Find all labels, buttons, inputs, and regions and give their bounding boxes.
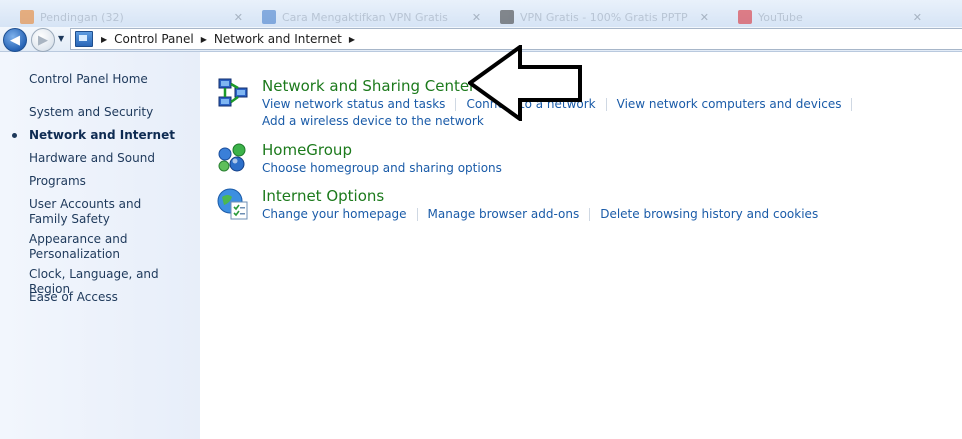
link-separator — [605, 97, 607, 111]
close-icon[interactable]: ✕ — [700, 11, 709, 24]
link-separator — [589, 207, 591, 221]
sidebar-item-appearance[interactable]: Appearance and Personalization — [29, 232, 129, 262]
category-links-row: Change your homepage Manage browser add-… — [262, 207, 818, 221]
tab-label: Pendingan (32) — [40, 10, 124, 24]
breadcrumb-network-and-internet[interactable]: Network and Internet — [214, 32, 342, 46]
category-internet-options: Internet Options Change your homepage Ma… — [216, 187, 956, 227]
current-item-bullet — [12, 133, 17, 138]
forward-button[interactable]: ▶ — [31, 28, 55, 52]
sidebar-item-system-and-security[interactable]: System and Security — [29, 105, 194, 120]
sidebar-item-control-panel-home[interactable]: Control Panel Home — [29, 72, 194, 87]
sidebar-item-programs[interactable]: Programs — [29, 174, 194, 189]
control-panel-icon — [75, 31, 93, 47]
view-network-status-link[interactable]: View network status and tasks — [262, 97, 445, 111]
sidebar-item-ease-of-access[interactable]: Ease of Access — [29, 290, 194, 305]
arrow-right-icon: ▶ — [38, 32, 48, 48]
network-sharing-icon — [218, 78, 248, 107]
arrow-left-icon: ◀ — [10, 32, 20, 48]
delete-browsing-history-link[interactable]: Delete browsing history and cookies — [600, 207, 818, 221]
homegroup-icon — [218, 143, 246, 172]
chevron-right-icon[interactable]: ▶ — [201, 35, 207, 44]
view-network-computers-link[interactable]: View network computers and devices — [617, 97, 842, 111]
tab-label: VPN Gratis - 100% Gratis PPTP — [520, 10, 688, 24]
add-wireless-device-link[interactable]: Add a wireless device to the network — [262, 114, 484, 128]
sidebar-item-network-and-internet[interactable]: Network and Internet — [29, 128, 194, 143]
user-icon — [500, 10, 514, 24]
choose-homegroup-options-link[interactable]: Choose homegroup and sharing options — [262, 161, 502, 175]
browser-tab[interactable]: Cara Mengaktifkan VPN Gratis ✕ — [262, 8, 481, 26]
tab-label: YouTube — [758, 10, 803, 24]
close-icon[interactable]: ✕ — [472, 11, 481, 24]
link-separator — [455, 97, 457, 111]
close-icon[interactable]: ✕ — [234, 11, 243, 24]
network-and-sharing-center-link[interactable]: Network and Sharing Center — [262, 77, 475, 95]
back-button[interactable]: ◀ — [3, 28, 27, 52]
close-icon[interactable]: ✕ — [913, 11, 922, 24]
homegroup-link[interactable]: HomeGroup — [262, 141, 352, 159]
category-network-and-sharing-center: Network and Sharing Center View network … — [216, 77, 956, 133]
link-separator — [851, 97, 853, 111]
sidebar-item-hardware-and-sound[interactable]: Hardware and Sound — [29, 151, 194, 166]
mail-icon — [20, 10, 34, 24]
category-homegroup: HomeGroup Choose homegroup and sharing o… — [216, 141, 956, 181]
browser-tab-strip: Pendingan (32) ✕ Cara Mengaktifkan VPN G… — [0, 0, 962, 27]
change-homepage-link[interactable]: Change your homepage — [262, 207, 407, 221]
link-separator — [416, 207, 418, 221]
tab-label: Cara Mengaktifkan VPN Gratis — [282, 10, 448, 24]
page-icon — [262, 10, 276, 24]
chevron-right-icon[interactable]: ▶ — [101, 35, 107, 44]
category-links-row: Add a wireless device to the network — [262, 114, 484, 128]
control-panel-window: Pendingan (32) ✕ Cara Mengaktifkan VPN G… — [0, 0, 962, 439]
sidebar-item-user-accounts[interactable]: User Accounts and Family Safety — [29, 197, 179, 227]
breadcrumb-control-panel[interactable]: Control Panel — [114, 32, 194, 46]
category-links-row: Choose homegroup and sharing options — [262, 161, 502, 175]
manage-browser-addons-link[interactable]: Manage browser add-ons — [428, 207, 580, 221]
browser-tab[interactable]: YouTube ✕ — [738, 8, 922, 26]
annotation-arrow-icon — [468, 45, 582, 121]
chevron-right-icon[interactable]: ▶ — [349, 35, 355, 44]
internet-options-link[interactable]: Internet Options — [262, 187, 384, 205]
browser-tab[interactable]: VPN Gratis - 100% Gratis PPTP ✕ — [500, 8, 709, 26]
internet-options-icon — [217, 188, 248, 220]
left-navigation-pane: Control Panel Home System and Security N… — [0, 52, 200, 439]
recent-pages-dropdown[interactable]: ▼ — [58, 34, 64, 43]
youtube-icon — [738, 10, 752, 24]
browser-tab[interactable]: Pendingan (32) ✕ — [20, 8, 243, 26]
